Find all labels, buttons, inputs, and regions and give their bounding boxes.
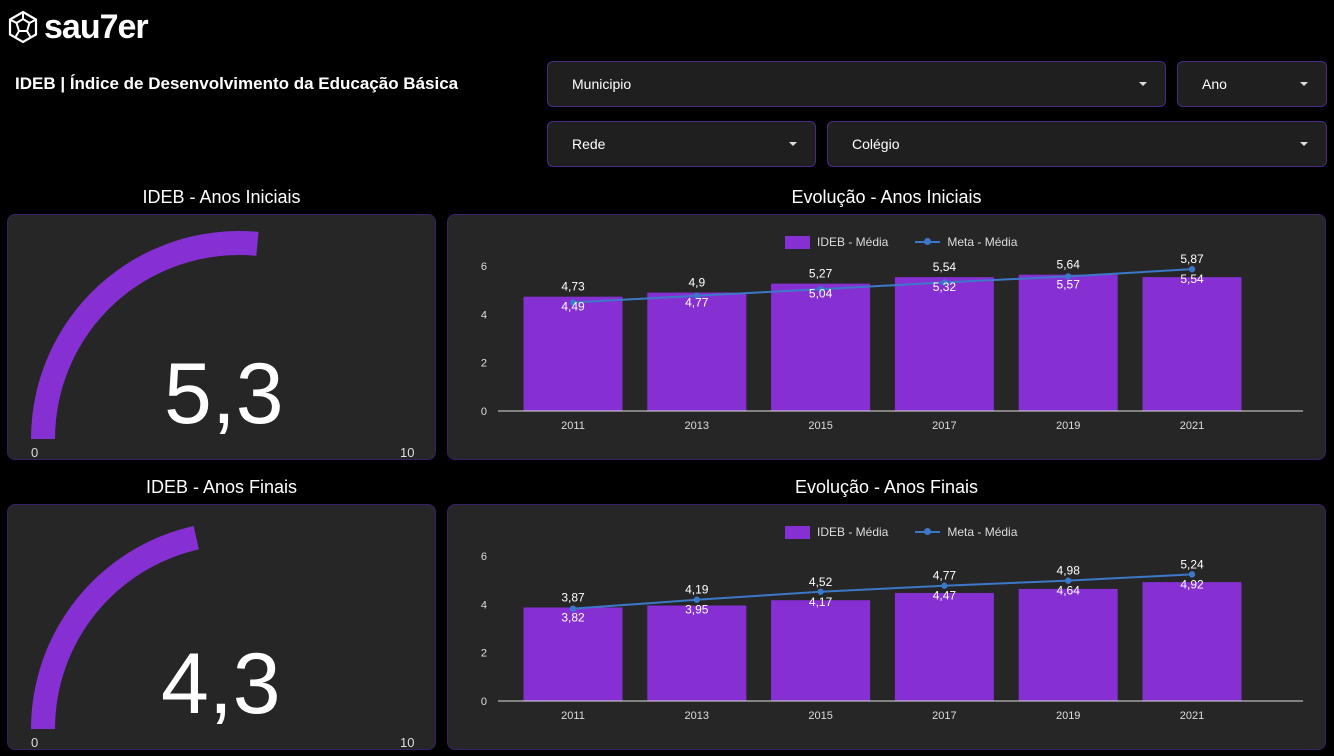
gauge-finais-max: 10: [400, 735, 415, 750]
x-tick-label: 2021: [1180, 710, 1204, 722]
meta-value-label: 4,52: [809, 575, 833, 589]
gauge-finais-value: 4,3: [161, 636, 281, 732]
page-title: IDEB | Índice de Desenvolvimento da Educ…: [15, 74, 459, 93]
bar-value-label: 5,64: [1057, 258, 1081, 272]
rede-label: Rede: [572, 136, 606, 152]
bar-value-label: 5,27: [809, 267, 833, 281]
brand-name: sau7er: [44, 8, 149, 46]
bar-value-label: 4,17: [809, 595, 833, 609]
chart-iniciais-title: Evolução - Anos Iniciais: [791, 187, 982, 207]
ano-dropdown[interactable]: Ano: [1177, 61, 1327, 107]
gauge-iniciais-title: IDEB - Anos Iniciais: [142, 187, 301, 207]
y-tick-label: 6: [481, 551, 487, 563]
bar-value-label: 4,64: [1057, 584, 1081, 598]
y-tick-label: 4: [481, 599, 487, 611]
geometric-dodecahedron-icon: [8, 10, 38, 44]
bar-2017: [894, 277, 994, 411]
colegio-label: Colégio: [852, 136, 900, 152]
bar-2019: [1018, 274, 1118, 411]
caret-down-icon: [1139, 82, 1147, 86]
y-tick-label: 2: [481, 648, 487, 660]
x-tick-label: 2019: [1056, 420, 1080, 432]
bar-2019: [1018, 588, 1118, 701]
bar-value-label: 5,54: [1180, 272, 1204, 286]
bar-2011: [523, 296, 623, 411]
x-tick-label: 2015: [808, 710, 832, 722]
x-tick-label: 2015: [808, 420, 832, 432]
meta-value-label: 5,32: [933, 280, 957, 294]
bar-value-label: 4,47: [933, 589, 957, 603]
x-tick-label: 2013: [685, 420, 709, 432]
rede-dropdown[interactable]: Rede: [547, 121, 816, 167]
bar-2013: [647, 605, 747, 701]
meta-value-label: 4,19: [685, 583, 709, 597]
chart-finais-title: Evolução - Anos Finais: [794, 477, 979, 497]
gauge-finais-title: IDEB - Anos Finais: [145, 477, 298, 497]
bar-2015: [771, 600, 871, 701]
x-tick-label: 2019: [1056, 710, 1080, 722]
colegio-dropdown[interactable]: Colégio: [827, 121, 1327, 167]
meta-value-label: 4,98: [1057, 564, 1081, 578]
bar-value-label: 3,95: [685, 603, 709, 617]
x-tick-label: 2011: [561, 420, 585, 432]
y-tick-label: 6: [481, 261, 487, 273]
bar-2021: [1142, 277, 1242, 411]
gauge-finais-min: 0: [31, 735, 39, 750]
meta-value-label: 4,49: [561, 300, 585, 314]
gauge-iniciais-min: 0: [31, 445, 39, 460]
bar-value-label: 4,73: [561, 280, 585, 294]
gauge-iniciais-value: 5,3: [164, 346, 284, 442]
municipio-label: Municipio: [572, 76, 632, 92]
y-tick-label: 4: [481, 309, 487, 321]
brand-logo: sau7er: [6, 8, 176, 46]
x-tick-label: 2017: [932, 420, 956, 432]
meta-value-label: 5,57: [1057, 278, 1081, 292]
bar-2021: [1142, 582, 1242, 701]
bar-value-label: 4,92: [1180, 577, 1204, 591]
bar-2017: [894, 592, 994, 701]
meta-value-label: 3,82: [561, 610, 585, 624]
meta-value-label: 5,24: [1180, 557, 1204, 571]
bar-value-label: 4,9: [688, 276, 705, 290]
chart-finais-panel: IDEB - Média Meta - Média 0 2 4 6 2011 2013 20…: [447, 504, 1326, 750]
meta-value-label: 4,77: [685, 296, 709, 310]
x-tick-label: 2013: [685, 710, 709, 722]
y-tick-label: 2: [481, 358, 487, 370]
meta-value-label: 5,87: [1180, 252, 1204, 266]
caret-down-icon: [1300, 82, 1308, 86]
x-tick-label: 2011: [561, 710, 585, 722]
chart-finais-plot: 0 2 4 6 2011 2013 2015 2017 2019 2021 3,87 3,82 4,19…: [481, 551, 1303, 722]
caret-down-icon: [1300, 142, 1308, 146]
x-tick-label: 2017: [932, 710, 956, 722]
bar-2013: [647, 292, 747, 411]
y-tick-label: 0: [481, 696, 487, 708]
x-tick-label: 2021: [1180, 420, 1204, 432]
ano-label: Ano: [1202, 76, 1227, 92]
meta-value-label: 5,04: [809, 287, 833, 301]
caret-down-icon: [789, 142, 797, 146]
gauge-finais-panel: 4,3 0 10: [7, 504, 436, 750]
y-tick-label: 0: [481, 406, 487, 418]
chart-iniciais-panel: IDEB - Média Meta - Média 0 2 4 6 2011 2013 20…: [447, 214, 1326, 460]
municipio-dropdown[interactable]: Municipio: [547, 61, 1166, 107]
bar-value-label: 5,54: [933, 260, 957, 274]
bar-2015: [771, 283, 871, 411]
bar-value-label: 3,87: [561, 590, 585, 604]
meta-value-label: 4,77: [933, 569, 957, 583]
gauge-iniciais-max: 10: [400, 445, 415, 460]
chart-iniciais-plot: 0 2 4 6 2011 2013 2015 2017 2019 2021 4,73 4,49 4,9 4…: [481, 252, 1303, 432]
gauge-iniciais-panel: 5,3 0 10: [7, 214, 436, 460]
